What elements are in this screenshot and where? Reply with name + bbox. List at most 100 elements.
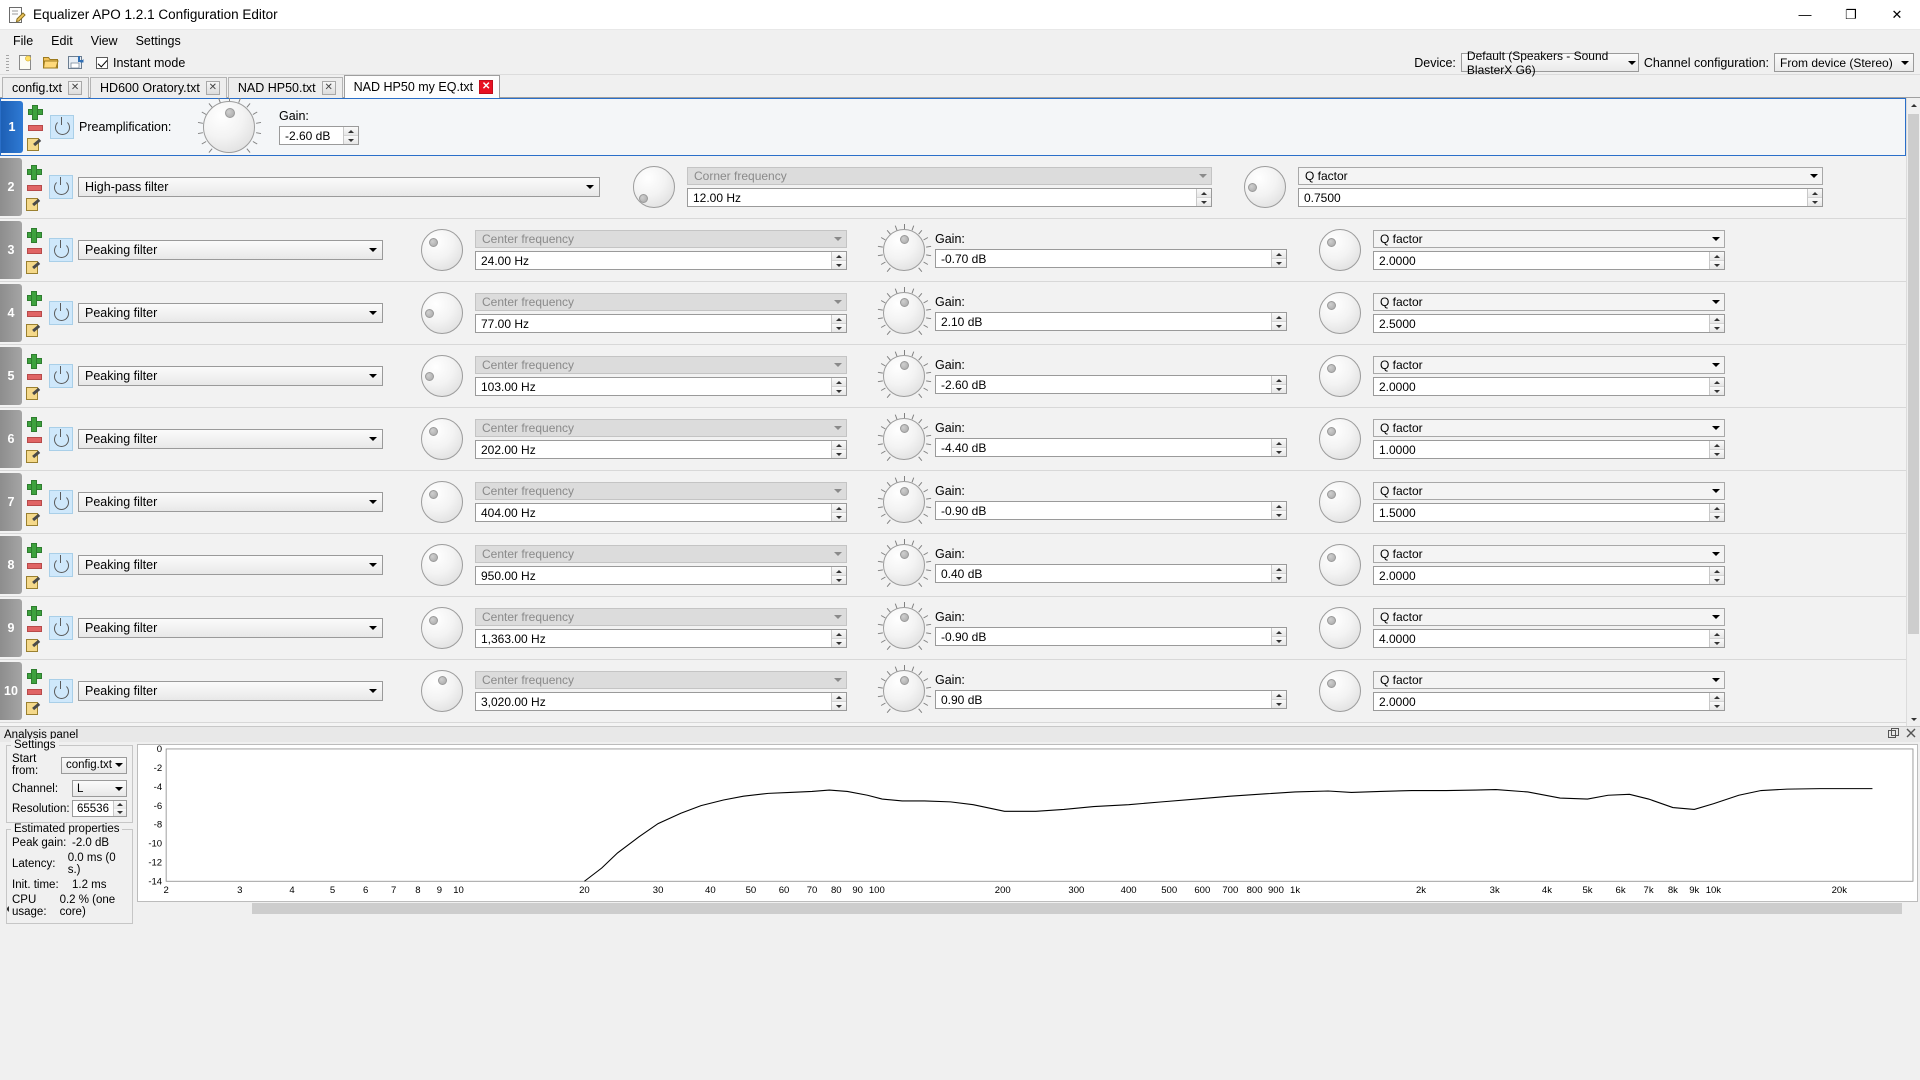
- filter-enable-toggle[interactable]: [49, 364, 73, 388]
- add-filter-icon[interactable]: [26, 416, 42, 432]
- spinner-down-icon[interactable]: [1710, 576, 1724, 584]
- spinner-up-icon[interactable]: [832, 504, 846, 513]
- add-filter-icon[interactable]: [26, 668, 42, 684]
- filter-type-select[interactable]: Peaking filter: [78, 681, 383, 701]
- q-factor-input[interactable]: 1.5000: [1373, 503, 1725, 522]
- spinner-up-icon[interactable]: [832, 252, 846, 261]
- menu-item-edit[interactable]: Edit: [42, 32, 82, 50]
- tab-close-icon[interactable]: ✕: [205, 81, 220, 95]
- q-factor-knob[interactable]: [1319, 355, 1361, 397]
- gain-knob[interactable]: [877, 413, 932, 462]
- spinner-buttons[interactable]: [1709, 630, 1724, 647]
- spinner-up-icon[interactable]: [114, 801, 126, 809]
- filter-enable-toggle[interactable]: [49, 427, 73, 451]
- spinner-up-icon[interactable]: [832, 315, 846, 324]
- spinner-buttons[interactable]: [831, 567, 846, 584]
- spinner-down-icon[interactable]: [832, 513, 846, 521]
- spinner-up-icon[interactable]: [1710, 378, 1724, 387]
- q-factor-input[interactable]: 0.7500: [1298, 188, 1823, 207]
- edit-filter-icon[interactable]: [26, 323, 40, 337]
- spinner-down-icon[interactable]: [1710, 324, 1724, 332]
- spinner-up-icon[interactable]: [1710, 315, 1724, 324]
- tab-config[interactable]: config.txt ✕: [2, 77, 90, 98]
- spinner-up-icon[interactable]: [1197, 189, 1211, 198]
- menu-item-view[interactable]: View: [82, 32, 127, 50]
- spinner-buttons[interactable]: [1709, 567, 1724, 584]
- remove-filter-icon[interactable]: [26, 181, 42, 194]
- spinner-buttons[interactable]: [1709, 441, 1724, 458]
- filter-type-select[interactable]: Peaking filter: [78, 240, 383, 260]
- spinner-up-icon[interactable]: [1710, 504, 1724, 513]
- tab-close-icon[interactable]: ✕: [321, 81, 336, 95]
- spinner-up-icon[interactable]: [1808, 189, 1822, 198]
- q-factor-knob[interactable]: [1319, 544, 1361, 586]
- frequency-response-graph[interactable]: 0 -2 -4 -6 -8 -10 -12 -14 2 3 4 5 6 7 8 9 10 20 30 40 50 60 70…: [137, 744, 1918, 902]
- remove-filter-icon[interactable]: [26, 559, 42, 572]
- q-factor-knob[interactable]: [1319, 229, 1361, 271]
- center-frequency-input[interactable]: 77.00 Hz: [475, 314, 847, 333]
- gain-input[interactable]: -4.40 dB: [935, 438, 1287, 457]
- remove-filter-icon[interactable]: [26, 370, 42, 383]
- spinner-buttons[interactable]: [1807, 189, 1822, 206]
- minimize-button[interactable]: —: [1782, 0, 1828, 30]
- spinner-down-icon[interactable]: [1197, 198, 1211, 206]
- filter-type-select[interactable]: Peaking filter: [78, 492, 383, 512]
- channel-select[interactable]: L: [72, 780, 127, 797]
- remove-filter-icon[interactable]: [26, 433, 42, 446]
- center-frequency-knob[interactable]: [421, 292, 463, 334]
- q-factor-input[interactable]: 2.0000: [1373, 377, 1725, 396]
- gain-knob[interactable]: [877, 476, 932, 525]
- corner-frequency-knob[interactable]: [633, 166, 675, 208]
- spinner-down-icon[interactable]: [1272, 700, 1286, 708]
- center-frequency-knob[interactable]: [421, 355, 463, 397]
- device-select[interactable]: Default (Speakers - Sound BlasterX G6): [1460, 49, 1639, 77]
- remove-filter-icon[interactable]: [26, 307, 42, 320]
- spinner-up-icon[interactable]: [1710, 441, 1724, 450]
- gain-knob[interactable]: [877, 224, 932, 273]
- spinner-buttons[interactable]: [831, 630, 846, 647]
- preamp-gain-input[interactable]: -2.60 dB: [279, 126, 359, 145]
- spinner-buttons[interactable]: [1709, 315, 1724, 332]
- spinner-down-icon[interactable]: [1710, 513, 1724, 521]
- gain-knob[interactable]: [877, 287, 932, 336]
- edit-filter-icon[interactable]: [26, 449, 40, 463]
- q-factor-header[interactable]: Q factor: [1373, 356, 1725, 374]
- filter-enable-toggle[interactable]: [49, 616, 73, 640]
- spinner-down-icon[interactable]: [1710, 639, 1724, 647]
- center-frequency-input[interactable]: 1,363.00 Hz: [475, 629, 847, 648]
- spinner-up-icon[interactable]: [1272, 439, 1286, 448]
- add-filter-icon[interactable]: [26, 227, 42, 243]
- spinner-buttons[interactable]: [1271, 691, 1286, 708]
- edit-filter-icon[interactable]: [26, 638, 40, 652]
- q-factor-header[interactable]: Q factor: [1373, 293, 1725, 311]
- tab-nad-hp50[interactable]: NAD HP50.txt ✕: [227, 77, 343, 98]
- spinner-down-icon[interactable]: [832, 261, 846, 269]
- spinner-buttons[interactable]: [1271, 376, 1286, 393]
- spinner-down-icon[interactable]: [344, 136, 358, 144]
- remove-filter-icon[interactable]: [27, 121, 43, 134]
- center-frequency-knob[interactable]: [421, 229, 463, 271]
- gain-knob[interactable]: [877, 602, 932, 651]
- spinner-buttons[interactable]: [831, 693, 846, 710]
- q-factor-header[interactable]: Q factor: [1373, 230, 1725, 248]
- filter-type-select[interactable]: Peaking filter: [78, 303, 383, 323]
- edit-filter-icon[interactable]: [27, 137, 41, 151]
- spinner-buttons[interactable]: [831, 504, 846, 521]
- q-factor-header[interactable]: Q factor: [1298, 167, 1823, 185]
- menu-item-file[interactable]: File: [4, 32, 42, 50]
- center-frequency-input[interactable]: 3,020.00 Hz: [475, 692, 847, 711]
- spinner-down-icon[interactable]: [1272, 511, 1286, 519]
- filter-enable-toggle[interactable]: [49, 490, 73, 514]
- filter-enable-toggle[interactable]: [50, 115, 74, 139]
- center-frequency-knob[interactable]: [421, 607, 463, 649]
- q-factor-input[interactable]: 2.0000: [1373, 251, 1725, 270]
- gain-input[interactable]: 0.40 dB: [935, 564, 1287, 583]
- filter-list-scrollbar[interactable]: [1906, 98, 1920, 726]
- corner-frequency-input[interactable]: 12.00 Hz: [687, 188, 1212, 207]
- q-factor-header[interactable]: Q factor: [1373, 482, 1725, 500]
- close-button[interactable]: ✕: [1874, 0, 1920, 30]
- spinner-down-icon[interactable]: [832, 576, 846, 584]
- q-factor-input[interactable]: 2.0000: [1373, 566, 1725, 585]
- spinner-buttons[interactable]: [1271, 250, 1286, 267]
- spinner-up-icon[interactable]: [1272, 502, 1286, 511]
